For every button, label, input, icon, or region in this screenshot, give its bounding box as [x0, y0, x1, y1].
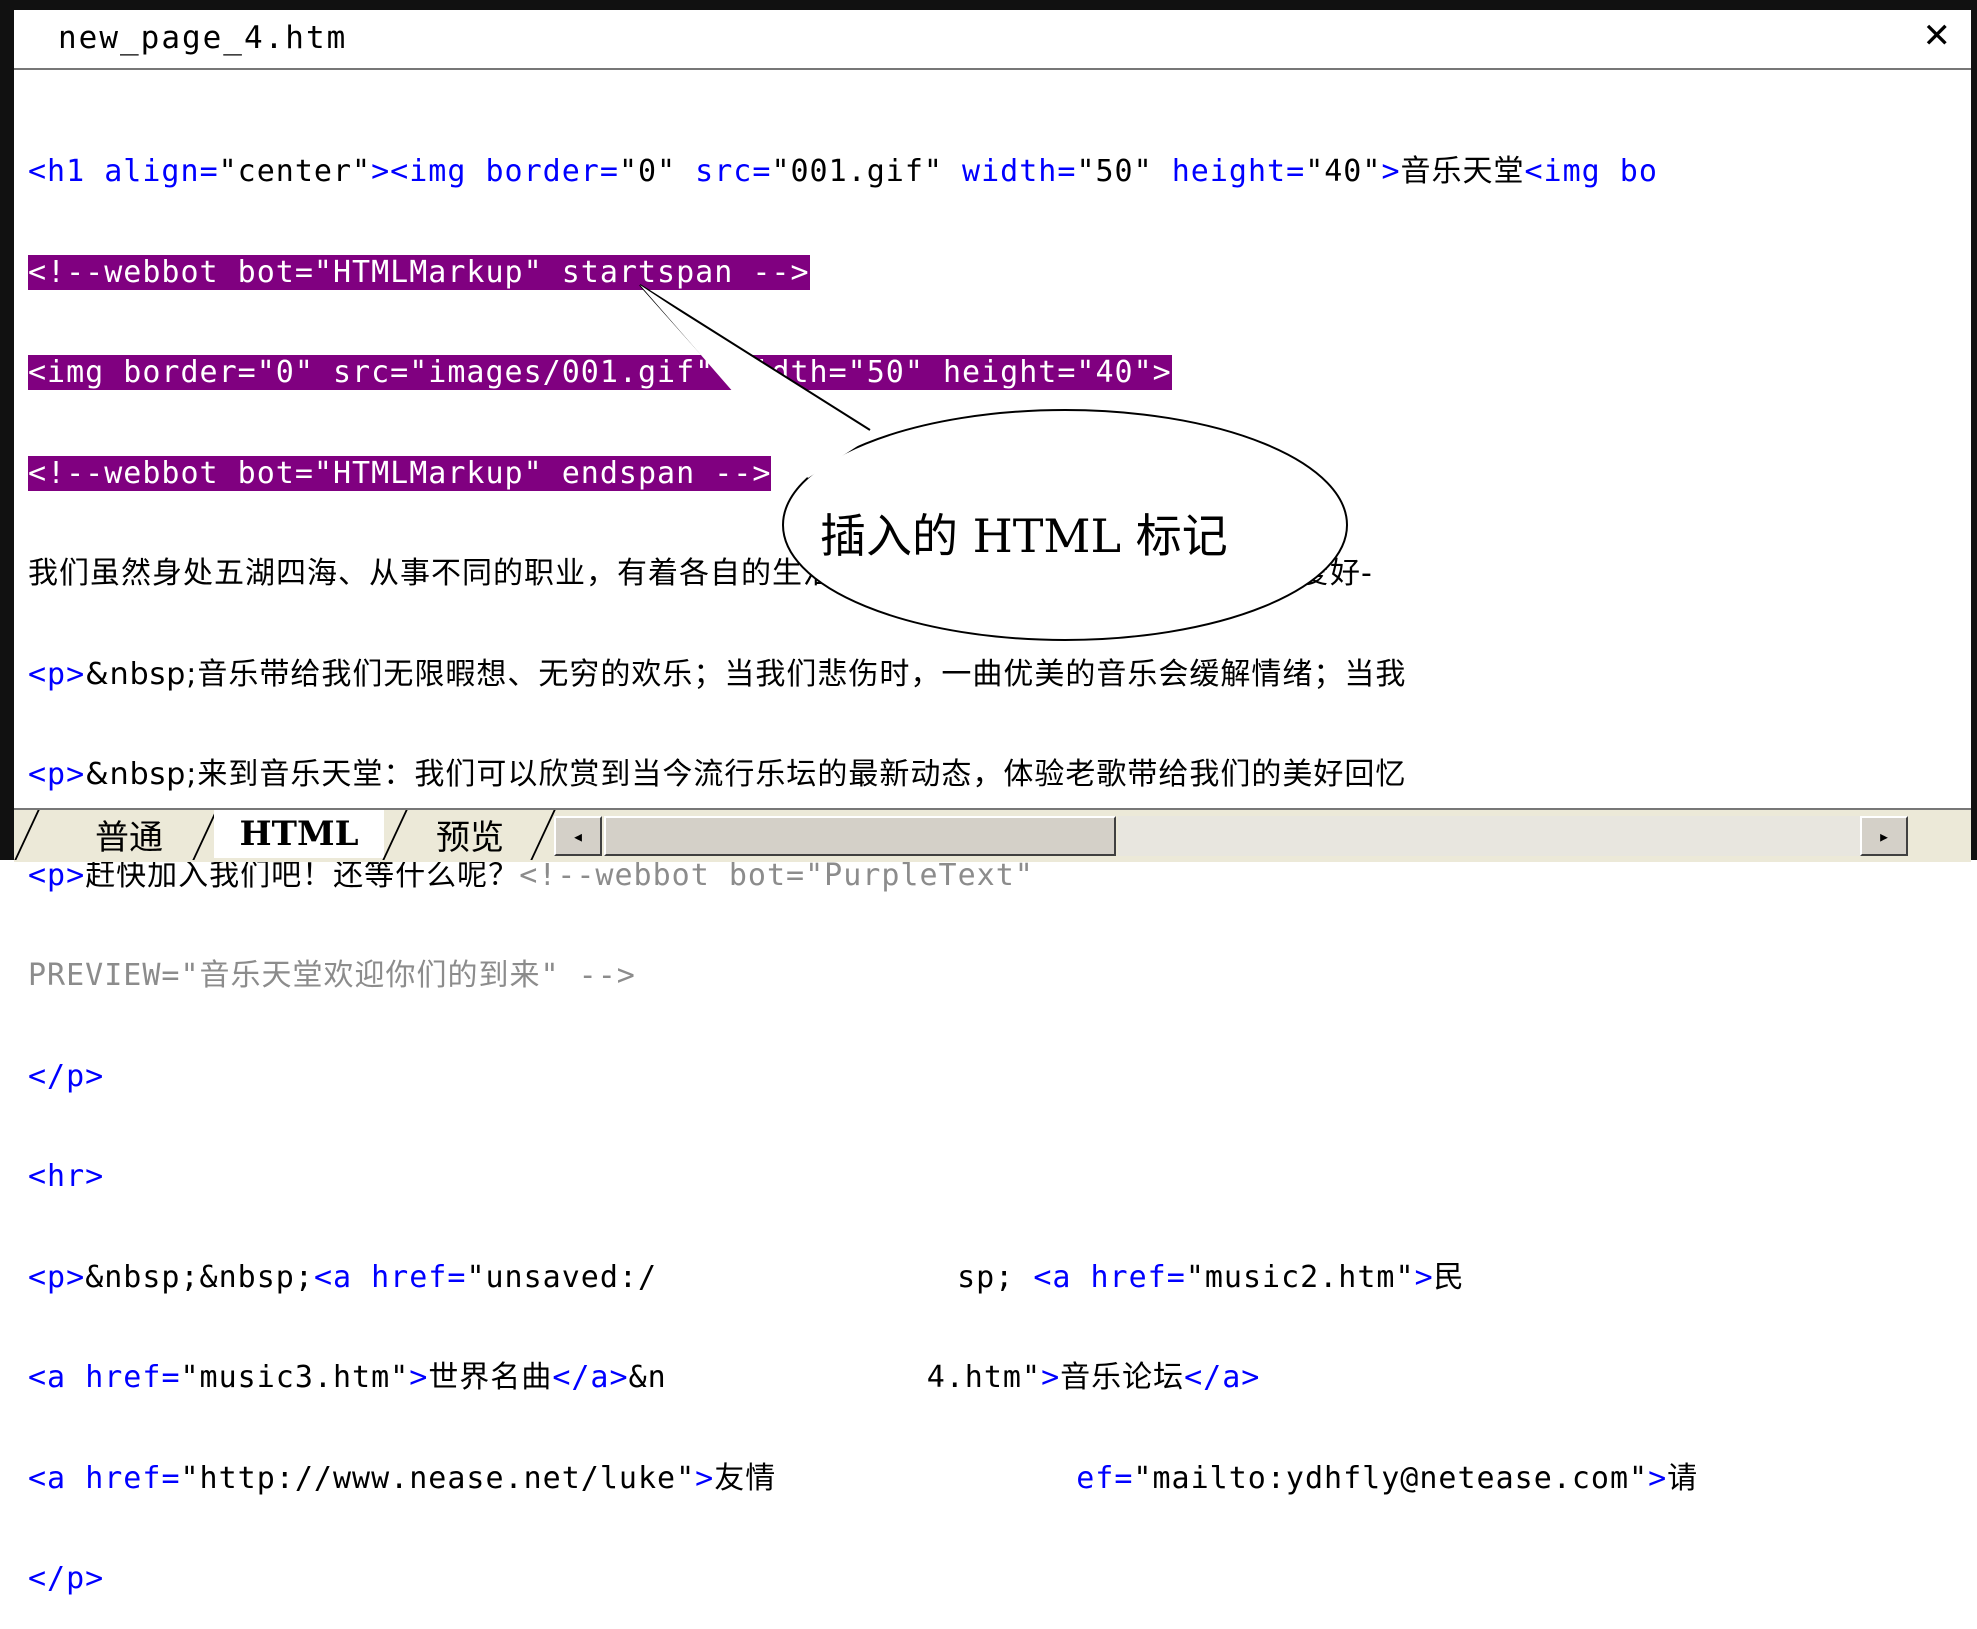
selected-markup-start: <!--webbot bot="HTMLMarkup" startspan --…	[28, 254, 810, 290]
tab-divider	[530, 810, 556, 860]
tab-divider	[382, 810, 408, 860]
selected-markup-img: <img border="0" src="images/001.gif" wid…	[28, 355, 1172, 390]
code-line-9: PREVIEW="音乐天堂欢迎你们的到来" -->	[28, 958, 636, 993]
scrollbar-thumb[interactable]	[604, 816, 1116, 856]
view-tabs-bar: 普通 HTML 预览 ◂ ▸	[14, 808, 1971, 862]
code-line-8: <p>赶快加入我们吧！还等什么呢？<!--webbot bot="PurpleT…	[28, 857, 1034, 893]
document-tab-bar: new_page_4.htm ✕	[14, 10, 1971, 70]
tab-preview[interactable]: 预览	[410, 810, 530, 858]
tab-html[interactable]: HTML	[214, 810, 384, 858]
scroll-right-button[interactable]: ▸	[1860, 816, 1908, 856]
code-line-10: </p>	[28, 1058, 105, 1094]
close-icon[interactable]: ✕	[1923, 16, 1952, 56]
code-line-2: <!--webbot bot="HTMLMarkup" startspan --…	[28, 254, 1698, 290]
code-line-7: <p>&nbsp;来到音乐天堂：我们可以欣赏到当今流行乐坛的最新动态，体验老歌带…	[28, 757, 1407, 792]
document-title: new_page_4.htm	[58, 20, 348, 56]
selected-markup-end: <!--webbot bot="HTMLMarkup" endspan -->	[28, 455, 772, 491]
tab-divider	[14, 810, 40, 860]
code-line-11: <hr>	[28, 1159, 105, 1194]
code-line-15: </p>	[28, 1561, 105, 1596]
code-line-14: <a href="http://www.nease.net/luke">友情 ef…	[28, 1460, 1699, 1496]
scroll-left-button[interactable]: ◂	[554, 816, 602, 856]
code-line-3: <img border="0" src="images/001.gif" wid…	[28, 355, 1698, 390]
code-line-13: <a href="music3.htm">世界名曲</a>&n 4.htm">音乐…	[28, 1360, 1261, 1395]
code-line-6: <p>&nbsp;音乐带给我们无限暇想、无穷的欢乐；当我们悲伤时，一曲优美的音乐…	[28, 656, 1407, 692]
callout-label: 插入的 HTML 标记	[820, 509, 1228, 563]
code-line-1: <h1 align="center"><img border="0" src="…	[28, 154, 1658, 189]
scrollbar-track[interactable]	[1118, 816, 1860, 856]
code-line-12: <p>&nbsp;&nbsp;<a href="unsaved:/sp; <a …	[28, 1259, 1465, 1295]
tab-normal[interactable]: 普通	[54, 810, 204, 858]
code-line-4: <!--webbot bot="HTMLMarkup" endspan -->	[28, 455, 1698, 491]
